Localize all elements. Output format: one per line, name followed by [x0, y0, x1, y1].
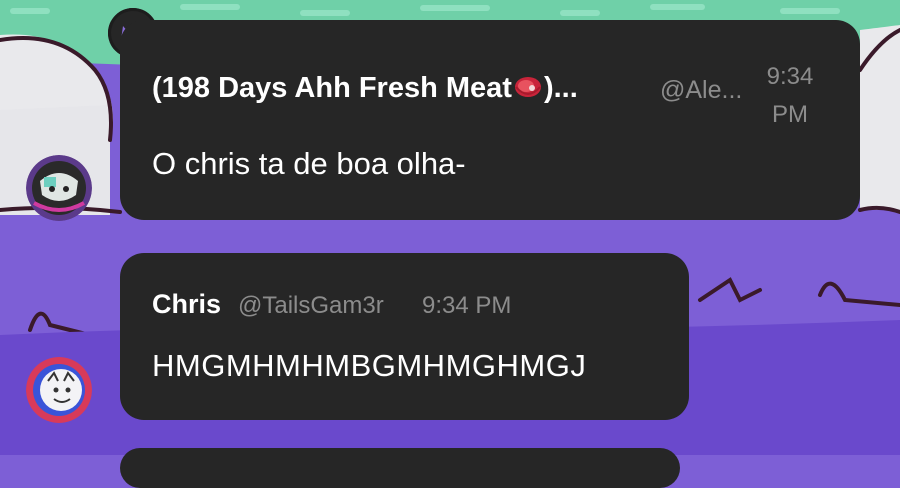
message-text: O chris ta de boa olha- — [152, 146, 466, 181]
message-bubble[interactable]: Chris @TailsGam3r 9:34 PM HMGMHMHMBGMHMG… — [120, 253, 689, 420]
avatar[interactable] — [26, 357, 92, 423]
message-text: HMGMHMHMBGMHMGHMGJ — [152, 348, 587, 383]
message-handle[interactable]: @TailsGam3r — [238, 292, 384, 320]
message-bubble[interactable]: (198 Days Ahh Fresh Meat)... @Ale... 9:3… — [120, 20, 860, 220]
message-handle[interactable]: @Ale... — [660, 76, 742, 105]
message-author[interactable]: Chris — [152, 289, 221, 320]
message-timestamp: 9:34 PM — [766, 63, 814, 128]
message-author[interactable]: (198 Days Ahh Fresh Meat)... — [152, 72, 578, 105]
message-timestamp: 9:34 PM — [422, 292, 512, 319]
message-bubble[interactable] — [120, 448, 680, 488]
author-name-suffix: )... — [543, 72, 578, 104]
avatar[interactable] — [26, 155, 92, 221]
author-name-part: (198 Days Ahh Fresh Meat — [152, 72, 512, 104]
meat-emoji-icon — [514, 77, 541, 97]
